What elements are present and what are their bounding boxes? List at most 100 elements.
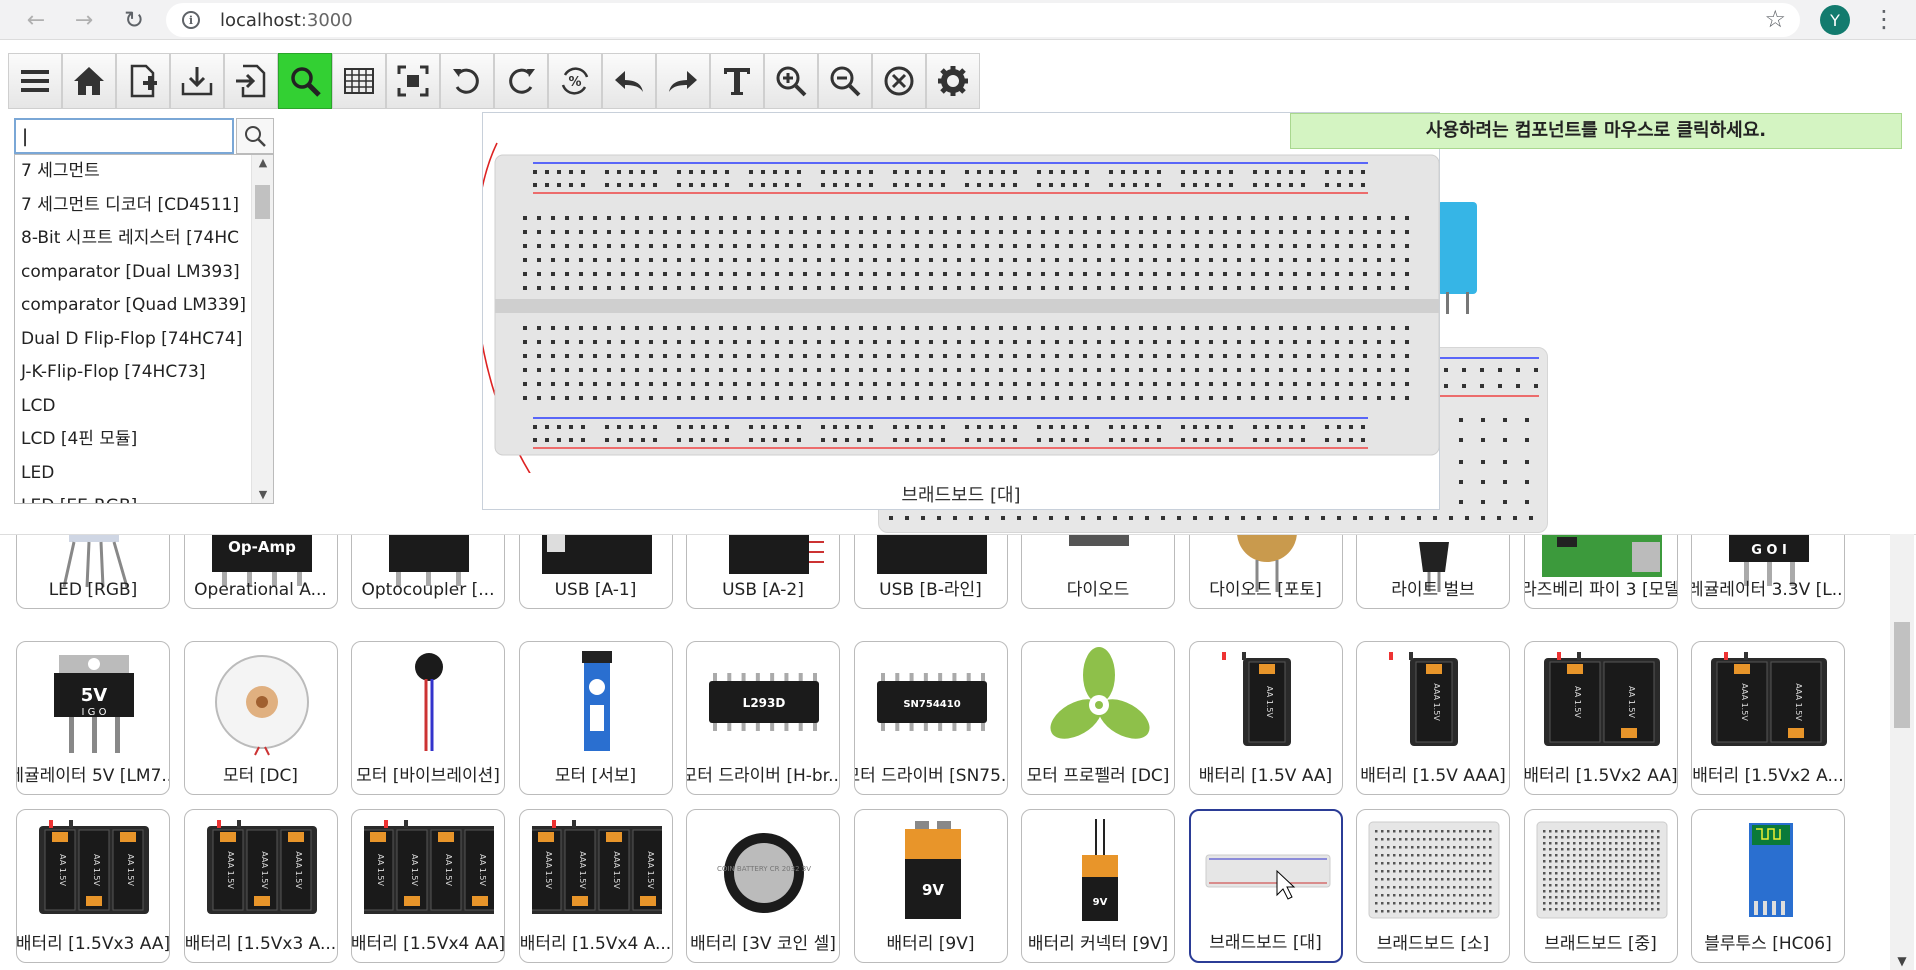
- zoom-out-icon: [830, 66, 861, 97]
- search-input[interactable]: [14, 118, 234, 154]
- search-result-list[interactable]: 7 세그먼트 7 세그먼트 디코더 [CD4511] 8-Bit 시프트 레지스터 …: [14, 154, 274, 504]
- component-label: 모터 [바이브레이션]: [356, 766, 500, 786]
- info-icon[interactable]: i: [182, 11, 200, 29]
- svg-text:AAA 1.5V: AAA 1.5V: [260, 851, 269, 889]
- rotate-left-button[interactable]: [440, 53, 494, 109]
- component-card[interactable]: 모터 [서보]: [518, 641, 673, 795]
- component-card[interactable]: Optocoupler [...: [351, 535, 505, 609]
- search-result-item[interactable]: 8-Bit 시프트 레지스터 [74HC: [15, 222, 251, 256]
- component-card[interactable]: USB [B-라인]: [853, 535, 1008, 609]
- search-result-item[interactable]: LCD [4핀 모듈]: [15, 423, 251, 457]
- search-icon: [291, 67, 321, 97]
- bookmark-star-icon[interactable]: ☆: [1764, 5, 1786, 33]
- svg-text:AAA 1.5V: AAA 1.5V: [1432, 683, 1441, 721]
- component-scroll-thumb[interactable]: [1894, 622, 1910, 728]
- svg-text:AAA 1.5V: AAA 1.5V: [294, 851, 303, 889]
- component-card[interactable]: AAA 1.5V 배터리 [1.5V AAA]: [1356, 641, 1510, 795]
- component-card[interactable]: 모터 프로펠러 [DC]: [1021, 641, 1175, 795]
- component-card[interactable]: AAA 1.5V AAA 1.5V AAA 1.5V AAA 1.5V 배터리 [1.5…: [518, 809, 673, 963]
- reload-icon[interactable]: ↻: [120, 6, 148, 34]
- component-card[interactable]: 9V 배터리 커넥터 [9V]: [1021, 809, 1175, 963]
- component-scrollbar[interactable]: ▼: [1890, 534, 1914, 970]
- zoom-in-button[interactable]: [764, 53, 818, 109]
- component-card[interactable]: 브래드보드 [소]: [1356, 809, 1510, 963]
- search-result-item[interactable]: LED [EE-RGB]: [15, 490, 251, 503]
- import-button[interactable]: [224, 53, 278, 109]
- undo-icon: [615, 71, 643, 92]
- component-card[interactable]: 다이오드: [1021, 535, 1175, 609]
- search-result-item[interactable]: comparator [Dual LM393]: [15, 256, 251, 290]
- grid-button[interactable]: [332, 53, 386, 109]
- search-button[interactable]: [278, 53, 332, 109]
- forward-arrow-icon[interactable]: →: [70, 6, 98, 34]
- scroll-up-icon[interactable]: ▲: [252, 155, 273, 171]
- component-card[interactable]: 브래드보드 [중]: [1523, 809, 1678, 963]
- component-card[interactable]: 브래드보드 [대]: [1188, 809, 1343, 963]
- component-card[interactable]: AA 1.5V AA 1.5V 배터리 [1.5Vx2 AA]: [1523, 641, 1678, 795]
- component-label: 레귤레이터 5V [LM7...: [16, 766, 170, 786]
- search-result-item[interactable]: LED: [15, 457, 251, 491]
- rotate-percent-button[interactable]: %: [548, 53, 602, 109]
- settings-button[interactable]: [926, 53, 980, 109]
- avatar[interactable]: Y: [1820, 5, 1850, 35]
- component-card[interactable]: G O I 레귤레이터 3.3V [L...: [1691, 535, 1845, 609]
- address-bar[interactable]: i localhost:3000 ☆: [166, 3, 1800, 37]
- back-arrow-icon[interactable]: ←: [22, 6, 50, 34]
- component-card[interactable]: AA 1.5V AA 1.5V AA 1.5V 배터리 [1.5Vx3 AA]: [16, 809, 170, 963]
- search-result-item[interactable]: comparator [Quad LM339]: [15, 289, 251, 323]
- text-button[interactable]: [710, 53, 764, 109]
- search-submit-button[interactable]: [236, 118, 274, 154]
- component-card[interactable]: 라이트 벌브: [1356, 535, 1510, 609]
- svg-text:SN754410: SN754410: [903, 699, 960, 710]
- component-card[interactable]: 9V 배터리 [9V]: [853, 809, 1008, 963]
- svg-text:5V: 5V: [81, 685, 108, 706]
- component-card[interactable]: SN754410 모터 드라이버 [SN75...: [853, 641, 1008, 795]
- component-card[interactable]: 모터 [DC]: [183, 641, 338, 795]
- delete-button[interactable]: [872, 53, 926, 109]
- search-result-item[interactable]: J-K-Flip-Flop [74HC73]: [15, 356, 251, 390]
- component-card[interactable]: 블루투스 [HC06]: [1691, 809, 1845, 963]
- zoom-out-button[interactable]: [818, 53, 872, 109]
- rotate-left-icon: [453, 68, 479, 94]
- component-card[interactable]: 5V I G O 레귤레이터 5V [LM7...: [16, 641, 170, 795]
- component-card[interactable]: AA 1.5V 배터리 [1.5V AA]: [1188, 641, 1343, 795]
- component-card[interactable]: USB [A-2]: [686, 535, 840, 609]
- component-preview[interactable]: 브래드보드 [대]: [473, 112, 1440, 510]
- component-card[interactable]: USB [A-1]: [518, 535, 673, 609]
- sensor-component[interactable]: [1437, 202, 1477, 294]
- rotate-right-button[interactable]: [494, 53, 548, 109]
- search-result-item[interactable]: LCD: [15, 390, 251, 424]
- redo-button[interactable]: [656, 53, 710, 109]
- scroll-down-icon[interactable]: ▼: [1890, 954, 1914, 968]
- scroll-down-icon[interactable]: ▼: [252, 487, 273, 503]
- component-card[interactable]: LED [RGB]: [16, 535, 170, 609]
- fit-screen-button[interactable]: [386, 53, 440, 109]
- undo-button[interactable]: [602, 53, 656, 109]
- component-card[interactable]: AA 1.5V AA 1.5V AA 1.5V AA 1.5V 배터리 [1.5Vx4 …: [351, 809, 505, 963]
- component-card[interactable]: L293D 모터 드라이버 [H-br...: [686, 641, 840, 795]
- svg-text:AAA 1.5V: AAA 1.5V: [544, 851, 553, 889]
- component-card[interactable]: 다이오드 [포토]: [1188, 535, 1343, 609]
- home-button[interactable]: [62, 53, 116, 109]
- component-card[interactable]: Op-Amp Operational A...: [183, 535, 338, 609]
- download-button[interactable]: [170, 53, 224, 109]
- component-label: 배터리 [1.5Vx3 A...: [184, 934, 337, 954]
- result-scrollbar[interactable]: ▲ ▼: [251, 155, 273, 503]
- component-card[interactable]: 모터 [바이브레이션]: [351, 641, 505, 795]
- component-label: 라즈베리 파이 3 [모델: [1523, 580, 1678, 600]
- component-label: 배터리 [1.5Vx2 A...: [1692, 766, 1844, 786]
- search-result-item[interactable]: Dual D Flip-Flop [74HC74]: [15, 323, 251, 357]
- more-menu-icon[interactable]: ⋮: [1872, 4, 1896, 34]
- component-card[interactable]: AAA 1.5V AAA 1.5V AAA 1.5V 배터리 [1.5Vx3 A...: [183, 809, 338, 963]
- menu-button[interactable]: [8, 53, 62, 109]
- search-result-item[interactable]: 7 세그먼트 디코더 [CD4511]: [15, 189, 251, 223]
- new-file-button[interactable]: [116, 53, 170, 109]
- browser-chrome: ← → ↻ i localhost:3000 ☆ Y ⋮: [0, 0, 1916, 40]
- result-scroll-thumb[interactable]: [255, 185, 270, 219]
- component-label: LED [RGB]: [48, 580, 138, 600]
- search-result-item[interactable]: 7 세그먼트: [15, 155, 251, 189]
- svg-text:AAA 1.5V: AAA 1.5V: [646, 851, 655, 889]
- component-card[interactable]: 라즈베리 파이 3 [모델: [1523, 535, 1678, 609]
- component-card[interactable]: AAA 1.5V AAA 1.5V 배터리 [1.5Vx2 A...: [1691, 641, 1845, 795]
- component-card[interactable]: COIN BATTERY CR 2032 3V 배터리 [3V 코인 셀]: [686, 809, 840, 963]
